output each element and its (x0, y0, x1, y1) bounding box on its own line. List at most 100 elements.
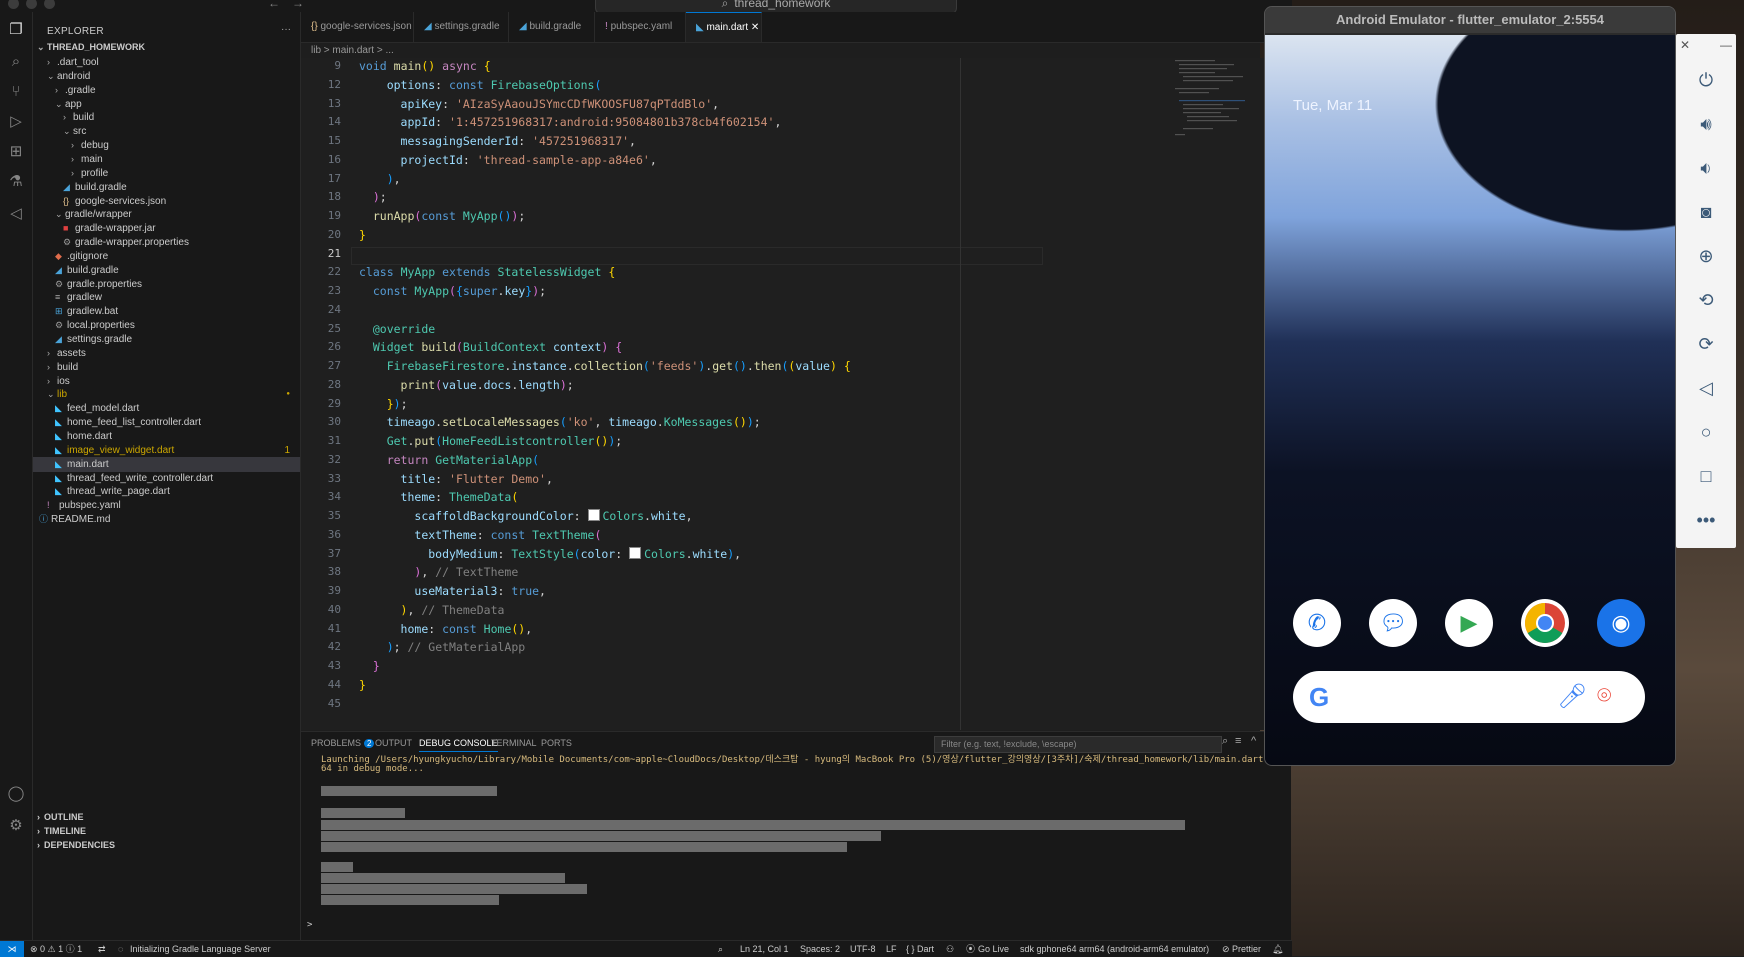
tree-folder[interactable]: › build (33, 110, 300, 125)
tree-file[interactable]: {} google-services.json (33, 194, 300, 209)
section-outline[interactable]: › OUTLINE (33, 810, 300, 825)
code-line[interactable]: textTheme: const TextTheme( (359, 528, 601, 542)
tree-folder[interactable]: › main (33, 152, 300, 167)
problems-count[interactable]: ⊗ 0 ⚠ 1 ⓘ 1 (30, 941, 82, 957)
tree-file[interactable]: ◣ image_view_widget.dart 1 (33, 443, 300, 458)
line-ending[interactable]: LF (886, 941, 897, 957)
testing-icon[interactable]: ⚗ (6, 172, 26, 192)
emulator-screen[interactable]: Tue, Mar 11 ✆ 💬︎ ▶ ◉ G 🎤︎ ⌾ (1265, 35, 1675, 765)
code-line[interactable]: apiKey: 'AIzaSyAaouJSYmcCDfWKOOSFU87qPTd… (359, 97, 720, 111)
tree-file[interactable]: ◢ build.gradle (33, 263, 300, 278)
code-line[interactable]: } (359, 228, 366, 242)
tree-folder[interactable]: ⌄ src (33, 124, 300, 139)
zoom-window-button[interactable] (44, 0, 55, 9)
tree-file[interactable]: ◆ .gitignore (33, 249, 300, 264)
code-line[interactable]: FirebaseFirestore.instance.collection('f… (359, 359, 851, 373)
code-line[interactable]: title: 'Flutter Demo', (359, 472, 553, 486)
code-line[interactable]: ), // TextTheme (359, 565, 518, 579)
back-triangle-icon[interactable]: ◁ (1694, 376, 1718, 400)
home-date[interactable]: Tue, Mar 11 (1293, 97, 1372, 114)
tree-file[interactable]: ■ gradle-wrapper.jar (33, 221, 300, 236)
remote-indicator[interactable]: ⋊ (0, 941, 24, 957)
back-arrow-icon[interactable]: ← (268, 0, 280, 10)
code-line[interactable]: } (359, 659, 380, 673)
prettier-status[interactable]: ⊘ Prettier (1222, 941, 1261, 957)
tab-google-services-json[interactable]: {} google-services.json (301, 12, 414, 42)
panel-tab-ports[interactable]: PORTS (541, 738, 572, 748)
google-search-bar[interactable]: G 🎤︎ ⌾ (1293, 671, 1645, 723)
chrome-icon[interactable] (1521, 599, 1569, 647)
code-line[interactable]: projectId: 'thread-sample-app-a84e6', (359, 153, 657, 167)
run-debug-icon[interactable]: ▷ (6, 112, 26, 132)
code-line[interactable]: ), // ThemeData (359, 603, 505, 617)
encoding[interactable]: UTF-8 (850, 941, 876, 957)
code-line[interactable] (351, 246, 1043, 265)
code-line[interactable]: ); // GetMaterialApp (359, 640, 526, 654)
code-line[interactable]: theme: ThemeData( (359, 490, 519, 504)
go-live-button[interactable]: Go Live (978, 941, 1009, 957)
code-line[interactable]: } (359, 678, 366, 692)
settings-gear-icon[interactable]: ⚙ (6, 816, 26, 836)
panel-tab-debug-console[interactable]: DEBUG CONSOLE (419, 738, 498, 752)
cursor-position[interactable]: Ln 21, Col 1 (740, 941, 789, 957)
panel-tab-output[interactable]: OUTPUT (375, 738, 412, 748)
extensions-icon[interactable]: ⊞ (6, 142, 26, 162)
flutter-icon[interactable]: ◁ (6, 204, 26, 224)
devtools-icon[interactable]: ⚇ (946, 941, 954, 957)
tree-folder[interactable]: ⌄ android (33, 69, 300, 84)
tab-main-dart[interactable]: ◣ main.dart ✕ (686, 12, 762, 42)
tree-file[interactable]: ⓘ README.md (33, 512, 300, 527)
tab-build-gradle[interactable]: ◢ build.gradle (509, 12, 595, 42)
panel-tab-terminal[interactable]: TERMINAL (491, 738, 537, 748)
minimize-icon[interactable]: — (1720, 38, 1732, 52)
tree-folder[interactable]: › build (33, 360, 300, 375)
search-icon[interactable]: ⌕ (6, 52, 26, 72)
code-line[interactable]: home: const Home(), (359, 622, 533, 636)
more-actions-icon[interactable]: ··· (281, 24, 291, 35)
code-line[interactable]: Widget build(BuildContext context) { (359, 340, 622, 354)
overview-square-icon[interactable]: □ (1694, 464, 1718, 488)
account-icon[interactable]: ◯ (6, 784, 26, 804)
camera-icon[interactable]: ◉ (1597, 599, 1645, 647)
background-task[interactable]: Initializing Gradle Language Server (130, 941, 271, 957)
collapse-panel-icon[interactable]: ^ (1251, 735, 1256, 747)
rotate-left-icon[interactable]: ⟲ (1694, 288, 1718, 312)
tree-file[interactable]: ◣ home.dart (33, 429, 300, 444)
code-line[interactable]: @override (359, 322, 435, 336)
tree-folder[interactable]: › .gradle (33, 83, 300, 98)
code-line[interactable]: scaffoldBackgroundColor: Colors.white, (359, 509, 693, 523)
tree-file[interactable]: ◣ feed_model.dart (33, 401, 300, 416)
tree-file[interactable]: ≡ gradlew (33, 290, 300, 305)
messages-icon[interactable]: 💬︎ (1369, 599, 1417, 647)
tree-folder[interactable]: ⌄ gradle/wrapper (33, 207, 300, 222)
code-line[interactable]: const MyApp({super.key}); (359, 284, 546, 298)
close-window-button[interactable] (8, 0, 19, 9)
tree-file[interactable]: ◣ home_feed_list_controller.dart (33, 415, 300, 430)
tree-folder[interactable]: › profile (33, 166, 300, 181)
forward-arrow-icon[interactable]: → (292, 0, 304, 10)
tree-folder[interactable]: › .dart_tool (33, 55, 300, 70)
language-mode[interactable]: { } Dart (906, 941, 934, 957)
section-timeline[interactable]: › TIMELINE (33, 824, 300, 839)
tree-folder[interactable]: ⌄ lib ● (33, 387, 300, 402)
code-line[interactable]: class MyApp extends StatelessWidget { (359, 265, 615, 279)
screenshot-camera-icon[interactable]: ◙ (1694, 200, 1718, 224)
tree-file[interactable]: ◢ build.gradle (33, 180, 300, 195)
tree-file[interactable]: ◣ thread_feed_write_controller.dart (33, 471, 300, 486)
panel-tab-problems[interactable]: PROBLEMS 2 (311, 738, 375, 748)
tree-folder[interactable]: › ios (33, 374, 300, 389)
play-store-icon[interactable]: ▶ (1445, 599, 1493, 647)
code-line[interactable]: void main() async { (359, 59, 491, 73)
code-line[interactable]: Get.put(HomeFeedListcontroller()); (359, 434, 623, 448)
tree-file[interactable]: ! pubspec.yaml (33, 498, 300, 513)
more-options-icon[interactable]: ••• (1694, 508, 1718, 532)
close-tab-icon[interactable]: ✕ (748, 22, 759, 33)
clear-console-icon[interactable]: ≡ (1235, 735, 1241, 747)
explorer-icon[interactable]: ❐ (6, 20, 26, 40)
microphone-icon[interactable]: 🎤︎ (1557, 682, 1587, 711)
tab-settings-gradle[interactable]: ◢ settings.gradle (414, 12, 509, 42)
tree-file[interactable]: ◣ thread_write_page.dart (33, 484, 300, 499)
code-line[interactable]: return GetMaterialApp( (359, 453, 539, 467)
flutter-device[interactable]: sdk gphone64 arm64 (android-arm64 emulat… (1020, 941, 1209, 957)
tab-pubspec-yaml[interactable]: ! pubspec.yaml (595, 12, 686, 42)
